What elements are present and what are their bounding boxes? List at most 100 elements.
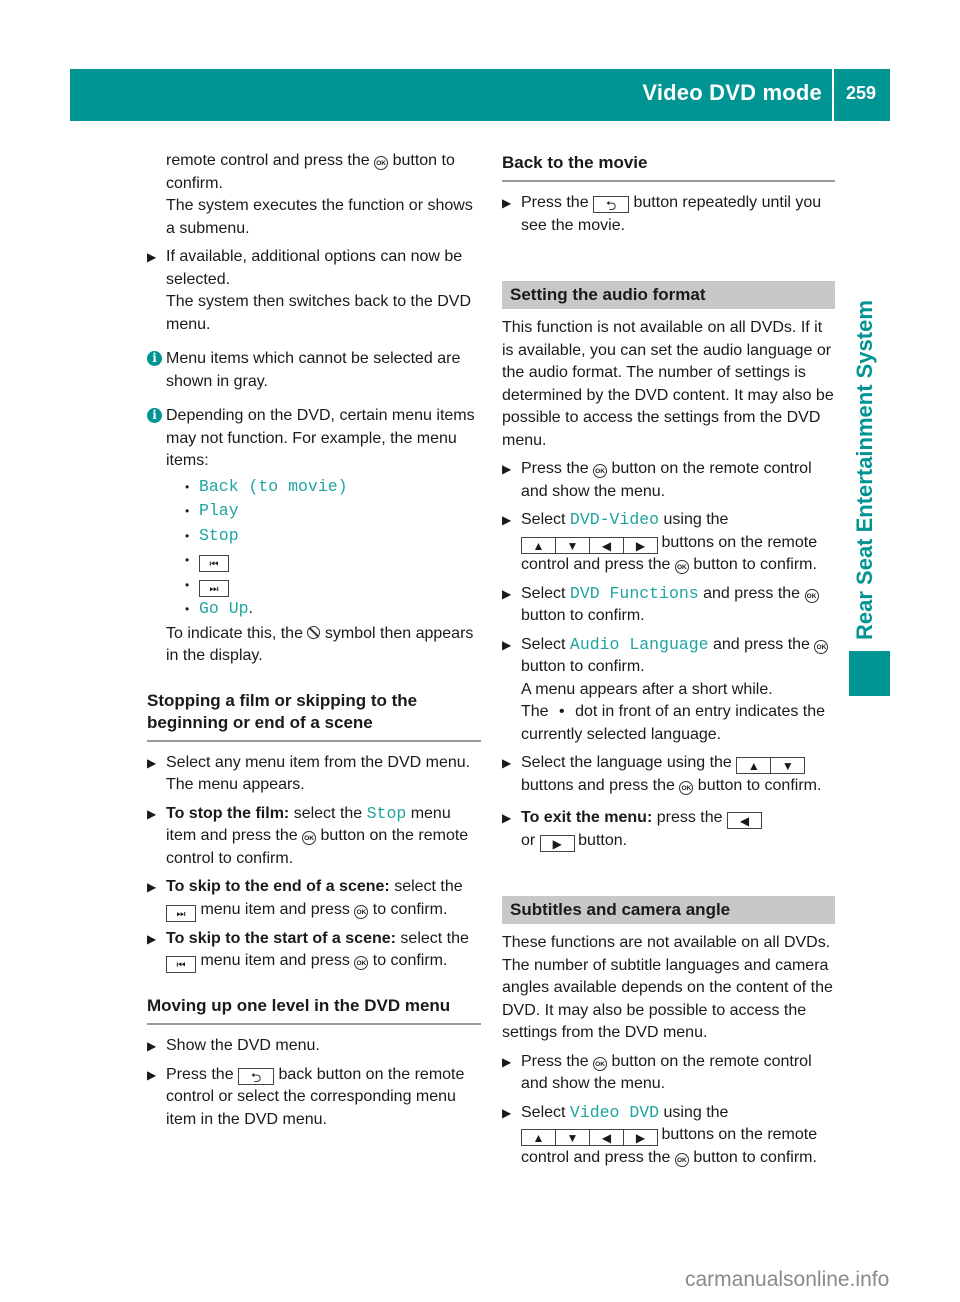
menu-item-list: • Back (to movie) • Play • Stop • ⏮ • ⏭ • Go U… bbox=[166, 476, 481, 623]
down-key-icon: ▼ bbox=[770, 757, 806, 774]
text: button to confirm. bbox=[693, 1148, 817, 1166]
info-text: Depending on the DVD, certain menu items… bbox=[166, 407, 475, 469]
step-arrow-icon: ▶ bbox=[502, 1054, 512, 1069]
list-item: • ⏭ bbox=[166, 574, 481, 599]
ok-button-icon: OK bbox=[814, 639, 829, 654]
no-entry-symbol-icon bbox=[307, 625, 321, 639]
back-key-icon: ⮌ bbox=[593, 196, 630, 213]
text: buttons and press the bbox=[521, 776, 675, 794]
instruction-step: ▶ Select Audio Language and press the OK… bbox=[502, 634, 835, 747]
left-key-icon: ◀ bbox=[589, 1129, 624, 1146]
back-key-icon: ⮌ bbox=[238, 1067, 275, 1085]
section-heading: Back to the movie bbox=[502, 152, 835, 182]
section-heading: Subtitles and camera angle bbox=[502, 896, 835, 924]
step-result: A menu appears after a short while. bbox=[521, 680, 773, 698]
paragraph: These functions are not available on all… bbox=[502, 934, 833, 1041]
list-item: • Stop bbox=[166, 525, 481, 550]
instruction-step: ▶ Press the OK button on the remote cont… bbox=[502, 458, 835, 503]
indicate-text: To indicate this, the symbol then appear… bbox=[147, 623, 481, 668]
watermark: carmanualsonline.info bbox=[685, 1268, 890, 1291]
left-key-icon: ◀ bbox=[589, 536, 624, 554]
instruction-step: ▶ Show the DVD menu. bbox=[147, 1035, 481, 1058]
text: press the bbox=[656, 809, 723, 826]
text: and press the bbox=[703, 584, 801, 602]
header-bar: Video DVD mode 259 bbox=[70, 69, 890, 121]
text: select the bbox=[400, 929, 469, 947]
paragraph: This function is not available on all DV… bbox=[502, 319, 834, 449]
step-arrow-icon: ▶ bbox=[147, 755, 157, 770]
text: . bbox=[248, 600, 253, 617]
text: button to confirm. bbox=[693, 556, 817, 573]
text: The bbox=[521, 703, 549, 720]
text: button to confirm. bbox=[521, 607, 645, 624]
text: Press the bbox=[521, 194, 589, 211]
step-arrow-icon: ▶ bbox=[502, 637, 512, 652]
ok-button-icon: OK bbox=[674, 1152, 689, 1167]
instruction-step: ▶ Select DVD-Video using the ▲ ▼ ◀ ▶ button… bbox=[502, 509, 835, 577]
info-icon: i bbox=[147, 408, 162, 423]
step-arrow-icon: ▶ bbox=[147, 931, 157, 946]
instruction-step: ▶ Select the language using the ▲ ▼ butto… bbox=[502, 752, 835, 797]
skip-forward-key-icon: ⏭ bbox=[199, 579, 229, 597]
ok-button-icon: OK bbox=[593, 464, 608, 478]
text: select the bbox=[394, 878, 463, 895]
instruction-step: ▶ Press the ⮌ button repeatedly until yo… bbox=[502, 192, 835, 237]
info-icon: i bbox=[147, 351, 162, 366]
bullet-icon: • bbox=[185, 553, 190, 567]
skip-back-key-icon: ⏮ bbox=[166, 956, 196, 973]
text: Select the language using the bbox=[521, 754, 732, 771]
section-title: Video DVD mode bbox=[642, 80, 822, 105]
skip-forward-key-icon: ⏭ bbox=[166, 904, 196, 922]
text: Press the bbox=[166, 1065, 234, 1083]
instruction-step: ▶ To stop the film: select the Stop menu… bbox=[147, 803, 481, 871]
step-arrow-icon: ▶ bbox=[147, 880, 157, 894]
down-key-icon: ▼ bbox=[555, 1129, 590, 1146]
menu-item-code: Stop bbox=[199, 525, 239, 545]
menu-item-code: DVD Functions bbox=[569, 583, 699, 603]
section-heading: Setting the audio format bbox=[502, 281, 835, 309]
step-text: Show the DVD menu. bbox=[166, 1037, 320, 1054]
text: button. bbox=[578, 831, 628, 849]
step-arrow-icon: ▶ bbox=[502, 513, 512, 527]
instruction-step: ▶ If available, additional options can n… bbox=[147, 246, 481, 336]
step-text: Select any menu item from the DVD menu. bbox=[166, 753, 471, 771]
text: To indicate this, the bbox=[166, 624, 303, 642]
text: select the bbox=[293, 804, 363, 822]
up-key-icon: ▲ bbox=[521, 536, 556, 554]
section-heading: Stopping a film or skipping to the begin… bbox=[147, 690, 481, 742]
instruction-step: ▶ To skip to the end of a scene: select … bbox=[147, 876, 481, 922]
step-arrow-icon: ▶ bbox=[502, 196, 512, 210]
menu-item-code: Play bbox=[199, 501, 239, 520]
side-chapter-tab: Rear Seat Entertainment System bbox=[852, 300, 877, 640]
ok-button-icon: OK bbox=[804, 588, 819, 603]
up-key-icon: ▲ bbox=[736, 757, 772, 774]
info-text: Menu items which cannot be selected are … bbox=[166, 350, 461, 390]
step-arrow-icon: ▶ bbox=[502, 756, 512, 770]
ok-button-icon: OK bbox=[374, 156, 389, 170]
step-label: To stop the film: bbox=[166, 804, 290, 822]
text: Select bbox=[521, 1103, 566, 1121]
list-item: • Play bbox=[166, 500, 481, 525]
skip-back-key-icon: ⏮ bbox=[199, 555, 229, 572]
bullet-icon: • bbox=[185, 528, 190, 543]
instruction-step: ▶ Select DVD Functions and press the OK … bbox=[502, 583, 835, 628]
step-label: To skip to the end of a scene: bbox=[166, 878, 390, 895]
section-heading: Moving up one level in the DVD menu bbox=[147, 995, 481, 1025]
list-item: • Go Up. bbox=[166, 598, 481, 623]
list-item: • ⏮ bbox=[166, 549, 481, 574]
text: or bbox=[521, 831, 536, 849]
ok-button-icon: OK bbox=[679, 780, 694, 795]
step-arrow-icon: ▶ bbox=[502, 462, 512, 476]
menu-item-code: Audio Language bbox=[569, 634, 709, 654]
step-arrow-icon: ▶ bbox=[502, 1105, 512, 1120]
step-arrow-icon: ▶ bbox=[147, 806, 157, 821]
ok-button-icon: OK bbox=[593, 1056, 608, 1071]
step-arrow-icon: ▶ bbox=[502, 586, 512, 601]
text: remote control and press the bbox=[166, 152, 370, 169]
text: using the bbox=[663, 511, 729, 528]
header-divider bbox=[832, 69, 834, 121]
bullet-icon: • bbox=[185, 479, 190, 494]
ok-button-icon: OK bbox=[302, 831, 317, 845]
menu-item-code: Go Up bbox=[199, 599, 249, 618]
text: Select bbox=[521, 511, 566, 528]
